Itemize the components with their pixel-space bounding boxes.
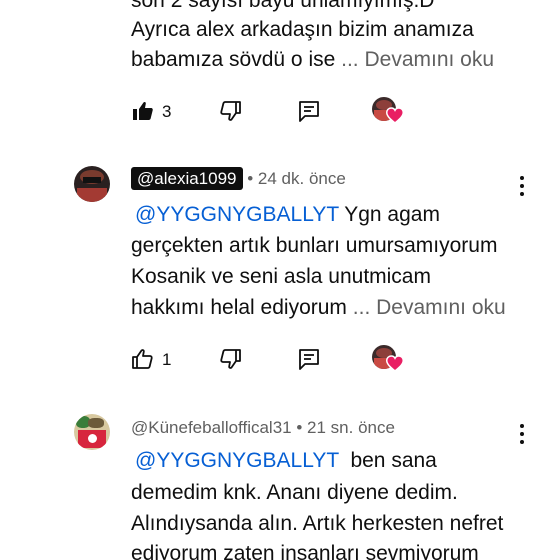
mention-link[interactable]: @YYGGNYGBALLYT — [135, 203, 339, 226]
avatar[interactable] — [74, 166, 110, 202]
comment-3-line: demedim knk. Ananı diyene dedim. — [131, 481, 458, 504]
like-button[interactable] — [131, 99, 155, 123]
avatar[interactable] — [74, 414, 110, 450]
reply-button[interactable] — [297, 99, 321, 123]
comment-3-first-line-text: ben sana — [338, 449, 437, 472]
comment-2-line: @YYGGNYGBALLYT Ygn agam — [135, 199, 440, 231]
comment-3-line: @YYGGNYGBALLYT ben sana — [135, 445, 437, 477]
comment-3-header: @Künefeballoffical31 • 21 sn. önce — [131, 418, 395, 438]
comment-2-line: gerçekten artık bunları umursamıyorum — [131, 234, 498, 257]
author-handle[interactable]: @Künefeballoffical31 — [131, 418, 292, 437]
comment-3-line: ediyorum zaten insanları sevmiyorum — [131, 542, 479, 560]
like-button[interactable] — [131, 347, 155, 371]
comments-page: son 2 sayısı bayu unlamıyımış.D Ayrıca a… — [0, 0, 560, 560]
reply-button[interactable] — [297, 347, 321, 371]
mention-link[interactable]: @YYGGNYGBALLYT — [135, 449, 339, 472]
creator-heart — [372, 97, 406, 127]
reply-comment-icon — [297, 99, 321, 123]
comment-2-first-line-text: Ygn agam — [338, 203, 440, 226]
reply-comment-icon — [297, 347, 321, 371]
thumbs-down-icon — [218, 347, 242, 371]
more-vertical-icon — [520, 424, 524, 444]
read-more-link[interactable]: ... Devamını oku — [353, 296, 506, 319]
thumbs-up-outline-icon — [131, 347, 155, 371]
comment-3-line: Alındıysanda alın. Artık herkesten nefre… — [131, 512, 504, 535]
more-vertical-icon — [520, 176, 524, 196]
comment-2-header: @alexia1099 • 24 dk. önce — [131, 167, 346, 190]
comment-time: • 21 sn. önce — [296, 418, 395, 437]
creator-heart-icon — [385, 355, 405, 377]
author-handle[interactable]: @alexia1099 — [131, 167, 243, 190]
comment-2-last-line: hakkımı helal ediyorum ... Devamını oku — [131, 292, 506, 324]
comment-1-line: Ayrıca alex arkadaşın bizim anamıza — [131, 18, 474, 41]
comment-2-last-line-text: hakkımı helal ediyorum — [131, 296, 347, 319]
dislike-button[interactable] — [218, 99, 242, 123]
creator-heart-icon — [385, 107, 405, 129]
dislike-button[interactable] — [218, 347, 242, 371]
comment-menu-button[interactable] — [520, 424, 524, 448]
like-count: 3 — [162, 102, 172, 121]
read-more-link[interactable]: ... Devamını oku — [341, 48, 494, 71]
thumbs-up-filled-icon — [131, 99, 155, 123]
comment-time: • 24 dk. önce — [247, 169, 346, 188]
comment-2-line: Kosanik ve seni asla unutmicam — [131, 265, 431, 288]
comment-1-last-line-text: babamıza sövdü o ise — [131, 48, 336, 71]
thumbs-down-icon — [218, 99, 242, 123]
comment-menu-button[interactable] — [520, 176, 524, 200]
comment-1-last-line: babamıza sövdü o ise ... Devamını oku — [131, 44, 494, 76]
creator-heart — [372, 345, 406, 375]
like-count: 1 — [162, 350, 172, 369]
